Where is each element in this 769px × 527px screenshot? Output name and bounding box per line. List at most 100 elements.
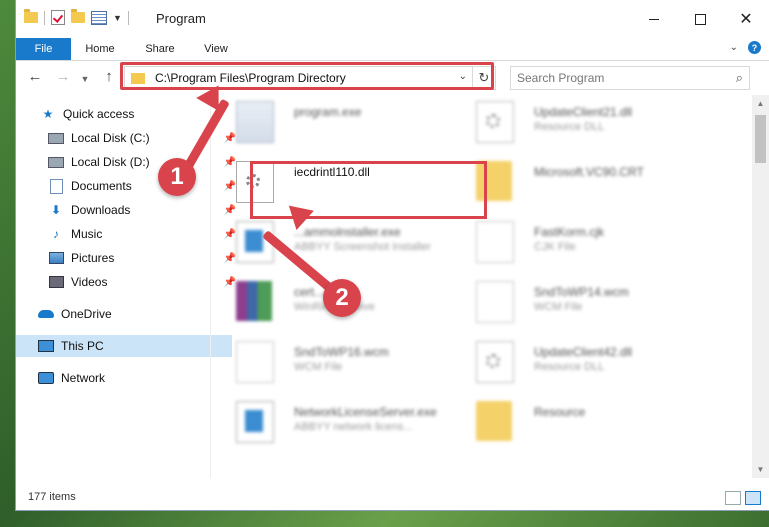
file-name: FastKorm.cjk xyxy=(534,225,605,239)
minimize-icon xyxy=(649,18,659,20)
window-title: Program xyxy=(156,11,206,26)
sidebar-item-label: Documents xyxy=(71,179,132,193)
list-item[interactable]: ...ammolnstaller.exe ABBYY Screenshot In… xyxy=(216,215,446,267)
sidebar-item-label: Local Disk (C:) xyxy=(71,131,150,145)
file-name: Microsoft.VC90.CRT xyxy=(534,165,644,179)
sidebar-item-videos[interactable]: Videos 📌 xyxy=(16,271,242,293)
ribbon-controls: ⌄ ? xyxy=(730,41,761,54)
folder-icon xyxy=(476,401,512,441)
address-highlight-box xyxy=(120,62,494,90)
file-name: UpdateClient42.dll xyxy=(534,345,633,359)
file-name: ...ammolnstaller.exe xyxy=(294,225,401,239)
back-arrow-icon[interactable]: ← xyxy=(26,68,44,85)
new-folder-icon[interactable] xyxy=(71,9,85,23)
list-item[interactable]: program.exe xyxy=(216,95,446,147)
sidebar-item-downloads[interactable]: ⬇ Downloads 📌 xyxy=(16,199,242,221)
file-description: WCM File xyxy=(534,301,583,313)
forward-arrow-icon[interactable]: → xyxy=(54,68,72,85)
search-input[interactable]: Search Program xyxy=(517,71,604,85)
sidebar-item-label: OneDrive xyxy=(61,307,112,321)
tab-share[interactable]: Share xyxy=(138,38,182,60)
customize-dropdown-icon[interactable]: ▼ xyxy=(113,13,122,23)
file-description: CJK File xyxy=(534,241,576,253)
details-view-icon[interactable] xyxy=(725,491,741,505)
properties-check-icon[interactable] xyxy=(51,10,65,25)
scroll-up-icon[interactable]: ▲ xyxy=(752,95,769,112)
ribbon-tabs: File Home Share View ⌄ ? xyxy=(16,38,769,61)
navigation-bar: ← → ▼ ↑ C:\Program Files\Program Directo… xyxy=(16,61,769,95)
list-item[interactable]: SndToWP14.wcm WCM File xyxy=(456,275,686,327)
step-2-badge: 2 xyxy=(323,279,361,317)
list-item[interactable]: Microsoft.VC90.CRT xyxy=(456,155,686,207)
status-bar: 177 items xyxy=(16,488,769,510)
installer-file-icon xyxy=(236,401,274,443)
scroll-thumb[interactable] xyxy=(755,115,766,163)
navigation-pane: ★ Quick access Local Disk (C:) 📌 Local D… xyxy=(16,98,236,478)
maximize-button[interactable] xyxy=(677,0,723,38)
close-button[interactable]: ✕ xyxy=(723,0,769,38)
properties-icon[interactable] xyxy=(91,10,107,25)
close-icon: ✕ xyxy=(739,11,753,28)
music-icon: ♪ xyxy=(53,227,59,241)
sidebar-item-label: Pictures xyxy=(71,251,115,265)
search-icon[interactable]: ⌕ xyxy=(736,70,743,86)
file-description: Resource DLL xyxy=(534,121,605,133)
minimize-button[interactable] xyxy=(631,0,677,38)
videos-icon xyxy=(48,275,64,289)
sidebar-item-label: Downloads xyxy=(71,203,131,217)
scroll-down-icon[interactable]: ▼ xyxy=(752,461,769,478)
documents-icon xyxy=(48,178,64,194)
search-box[interactable]: Search Program ⌕ xyxy=(510,66,750,90)
star-icon: ★ xyxy=(42,107,54,121)
tab-view[interactable]: View xyxy=(194,38,238,60)
explorer-window: ▼ Program ✕ File Home Share View ⌄ ? ← →… xyxy=(16,0,769,510)
file-name: UpdateClient21.dll xyxy=(534,105,633,119)
sidebar-item-documents[interactable]: Documents 📌 xyxy=(16,175,242,197)
pane-divider[interactable] xyxy=(210,95,211,478)
view-toggle xyxy=(725,491,761,505)
document-file-icon xyxy=(476,281,514,323)
file-description: ABBYY Screenshot Installer xyxy=(294,241,431,253)
sidebar-item-local-disk-d[interactable]: Local Disk (D:) 📌 xyxy=(16,151,242,173)
tab-file[interactable]: File xyxy=(16,38,71,60)
document-file-icon xyxy=(236,341,274,383)
sidebar-item-label: This PC xyxy=(61,339,104,353)
recent-locations-icon[interactable]: ▼ xyxy=(76,74,94,84)
item-count: 177 items xyxy=(28,491,76,503)
sidebar-item-label: Network xyxy=(61,371,106,385)
list-item[interactable]: FastKorm.cjk CJK File xyxy=(456,215,686,267)
sidebar-item-this-pc[interactable]: This PC xyxy=(16,335,232,357)
file-name: program.exe xyxy=(294,105,362,119)
list-item[interactable]: UpdateClient42.dll Resource DLL xyxy=(456,335,686,387)
sidebar-item-quick-access[interactable]: ★ Quick access xyxy=(16,103,234,125)
disk-icon xyxy=(48,131,64,145)
list-item[interactable]: NetworkLicenseServer.exe ABBYY network l… xyxy=(216,395,446,447)
sidebar-item-pictures[interactable]: Pictures 📌 xyxy=(16,247,242,269)
file-description: WCM File xyxy=(294,361,343,373)
downloads-icon: ⬇ xyxy=(50,203,62,217)
network-icon xyxy=(38,371,54,385)
quick-access-toolbar: ▼ xyxy=(24,9,129,25)
large-icons-view-icon[interactable] xyxy=(745,491,761,505)
file-name: SndToWP14.wcm xyxy=(534,285,629,299)
sidebar-item-music[interactable]: ♪ Music 📌 xyxy=(16,223,242,245)
folder-icon xyxy=(24,9,38,23)
tab-home[interactable]: Home xyxy=(78,38,122,60)
sidebar-item-network[interactable]: Network xyxy=(16,367,232,389)
sidebar-item-label: Local Disk (D:) xyxy=(71,155,150,169)
help-icon[interactable]: ? xyxy=(748,41,761,54)
expand-ribbon-icon[interactable]: ⌄ xyxy=(730,42,738,53)
file-description: Resource DLL xyxy=(534,361,605,373)
sidebar-item-label: Videos xyxy=(71,275,108,289)
file-list: program.exe UpdateClient21.dll Resource … xyxy=(216,95,736,478)
step-1-badge: 1 xyxy=(158,158,196,196)
disk-icon xyxy=(48,155,64,169)
up-arrow-icon[interactable]: ↑ xyxy=(100,68,118,85)
list-item[interactable]: UpdateClient21.dll Resource DLL xyxy=(456,95,686,147)
list-item[interactable]: Resource xyxy=(456,395,686,447)
vertical-scrollbar[interactable]: ▲ ▼ xyxy=(752,95,769,478)
sidebar-item-onedrive[interactable]: OneDrive xyxy=(16,303,232,325)
pc-icon xyxy=(38,339,54,353)
archive-file-icon xyxy=(236,281,272,321)
list-item[interactable]: SndToWP16.wcm WCM File xyxy=(216,335,446,387)
